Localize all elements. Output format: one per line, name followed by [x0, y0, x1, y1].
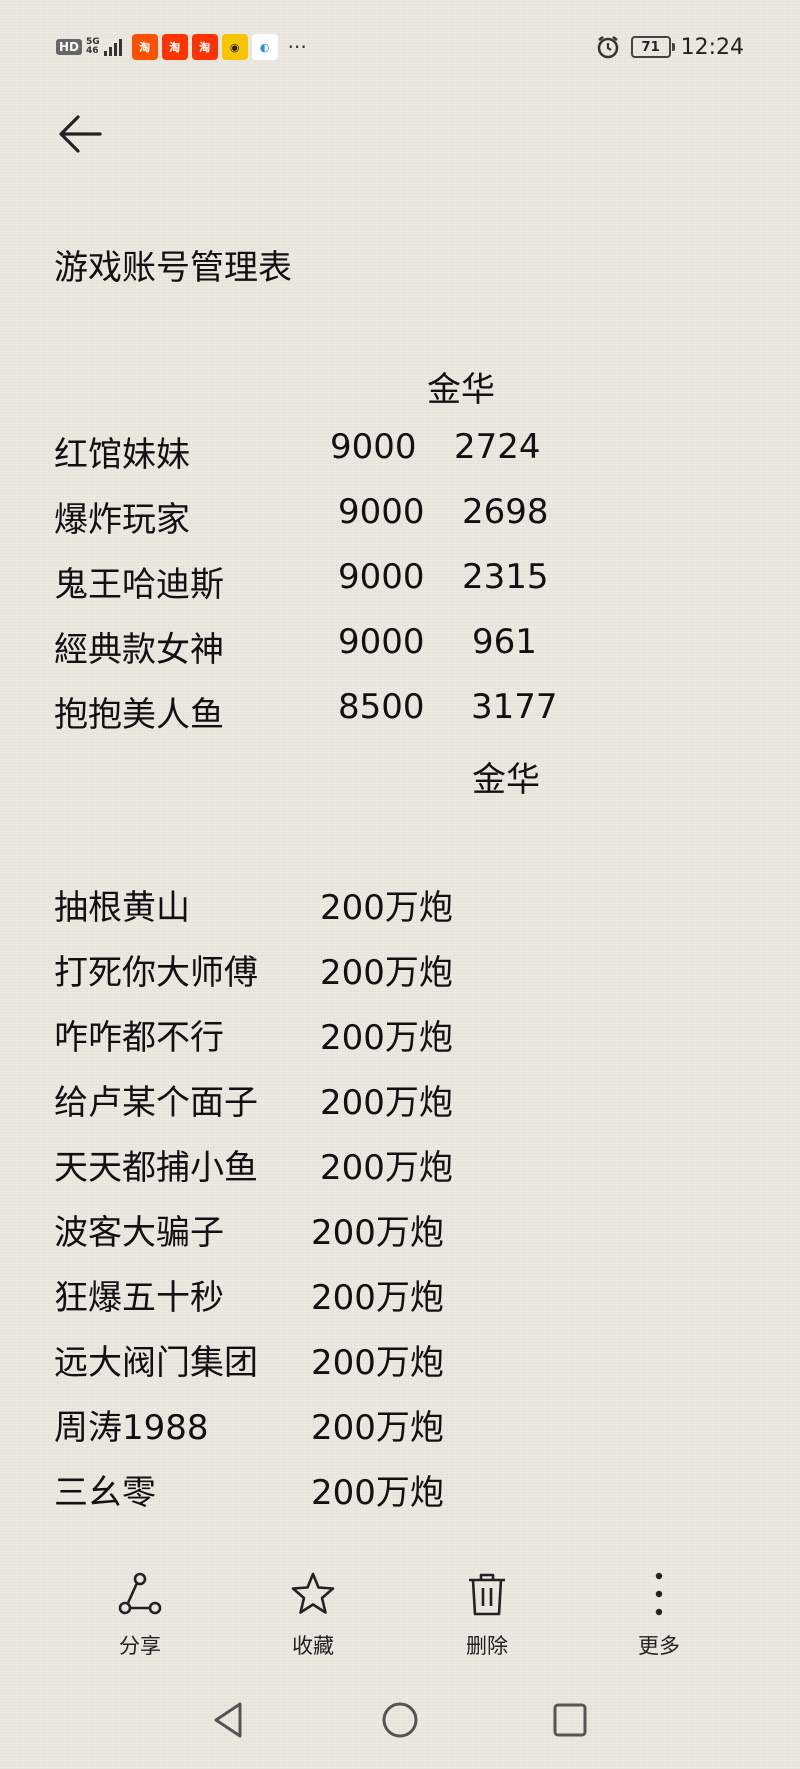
account-value-1: 9000: [338, 492, 425, 532]
status-bar-left: HD 5G 46 淘 淘 淘 ◉ ◐ ···: [56, 34, 307, 60]
browser-icon: ◐: [251, 34, 278, 60]
account-name: 抱抱美人鱼: [54, 695, 224, 735]
account-name: 红馆妹妹: [54, 435, 190, 475]
account-name: 咋咋都不行: [54, 1018, 224, 1058]
account-value-1: 8500: [338, 687, 425, 727]
account-value: 200万炮: [311, 1408, 444, 1448]
more-notifications-icon: ···: [287, 35, 307, 59]
battery-indicator: 71: [630, 36, 675, 58]
taobao-icon: 淘: [161, 34, 188, 60]
nav-recents-button[interactable]: [551, 1700, 589, 1744]
triangle-back-icon: [214, 1702, 242, 1738]
more-label: 更多: [638, 1634, 680, 1658]
favorite-button[interactable]: 收藏: [258, 1570, 368, 1660]
account-value: 200万炮: [320, 953, 453, 993]
account-value: 200万炮: [320, 1148, 453, 1188]
account-value: 200万炮: [311, 1473, 444, 1513]
account-value: 200万炮: [311, 1278, 444, 1318]
account-value: 200万炮: [311, 1213, 444, 1253]
taobao-icon: 淘: [131, 34, 158, 60]
arrow-left-icon: [59, 115, 102, 153]
status-bar-right: 71 12:24: [595, 32, 744, 62]
signal-icon: [103, 38, 122, 56]
account-name: 經典款女神: [54, 630, 224, 670]
account-name: 鬼王哈迪斯: [54, 565, 224, 605]
account-value: 200万炮: [311, 1343, 444, 1383]
account-value-1: 9000: [338, 557, 425, 597]
account-name: 抽根黄山: [54, 888, 190, 928]
nav-back-button[interactable]: [210, 1700, 246, 1744]
favorite-label: 收藏: [292, 1634, 334, 1658]
account-name: 波客大骗子: [54, 1213, 224, 1253]
account-name: 狂爆五十秒: [54, 1278, 224, 1318]
network-sub: 46: [86, 46, 99, 56]
delete-label: 删除: [466, 1634, 508, 1658]
account-name: 周涛1988: [54, 1408, 209, 1448]
trash-icon: [469, 1573, 505, 1616]
group2-header: 金华: [472, 760, 540, 800]
account-value-2: 2315: [462, 557, 549, 597]
account-name: 打死你大师傅: [54, 953, 258, 993]
share-icon: [118, 1572, 162, 1615]
hd-indicator: HD: [56, 39, 83, 55]
account-name: 天天都捕小鱼: [54, 1148, 258, 1188]
note-title: 游戏账号管理表: [54, 248, 292, 288]
back-button[interactable]: [54, 108, 106, 160]
account-value: 200万炮: [320, 1083, 453, 1123]
account-value-2: 3177: [471, 687, 558, 727]
account-name: 给卢某个面子: [54, 1083, 258, 1123]
account-value-1: 9000: [330, 427, 417, 467]
alarm-icon: [597, 36, 618, 59]
avatar-app-icon: ◉: [221, 34, 248, 60]
more-button[interactable]: 更多: [604, 1570, 714, 1660]
taobao-icon: 淘: [191, 34, 218, 60]
account-value: 200万炮: [320, 888, 453, 928]
more-vertical-icon: [655, 1572, 663, 1616]
account-value-2: 961: [472, 622, 537, 662]
share-label: 分享: [119, 1634, 161, 1658]
delete-button[interactable]: 删除: [432, 1570, 542, 1660]
account-name: 远大阀门集团: [54, 1343, 258, 1383]
account-value-1: 9000: [338, 622, 425, 662]
account-value-2: 2724: [454, 427, 541, 467]
square-recents-icon: [553, 1703, 587, 1737]
share-button[interactable]: 分享: [85, 1570, 195, 1660]
account-name: 三幺零: [54, 1473, 156, 1513]
clock: 12:24: [680, 34, 744, 60]
circle-home-icon: [382, 1702, 418, 1738]
account-name: 爆炸玩家: [54, 500, 190, 540]
network-indicator: 5G 46: [86, 38, 100, 56]
account-value-2: 2698: [462, 492, 549, 532]
account-value: 200万炮: [320, 1018, 453, 1058]
group1-header: 金华: [427, 370, 495, 410]
star-icon: [291, 1572, 335, 1614]
nav-home-button[interactable]: [380, 1700, 420, 1744]
